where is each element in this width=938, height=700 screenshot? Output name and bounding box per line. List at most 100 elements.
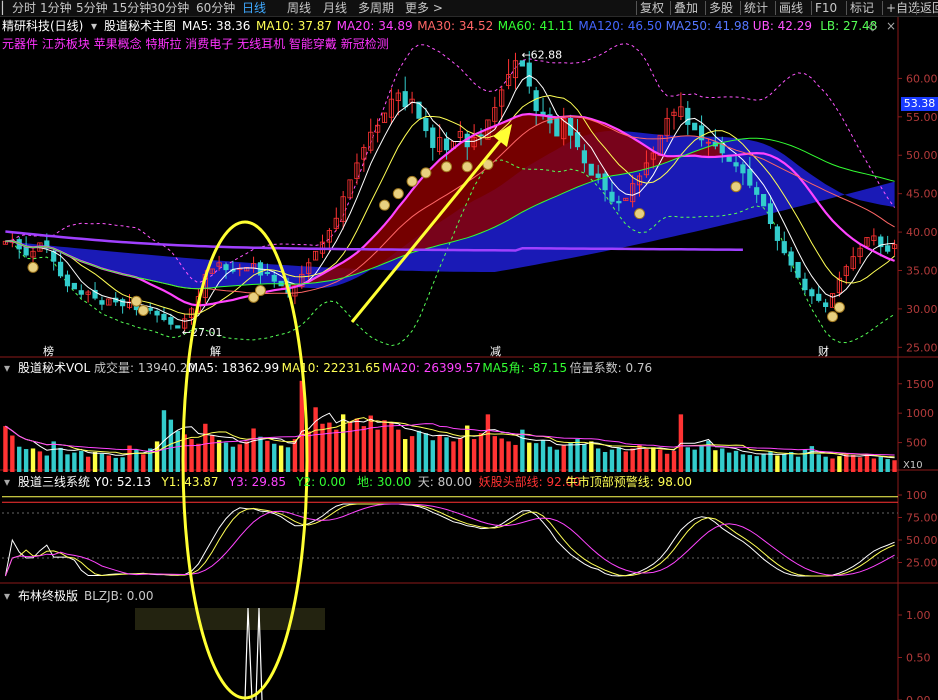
volume-bar (699, 445, 704, 472)
volume-bar (582, 444, 587, 472)
coin-icon (137, 304, 149, 316)
event-mark: 财 (818, 344, 829, 358)
y1-line (4, 503, 895, 577)
volume-bar (292, 439, 298, 472)
low-price-label: ←27.01 (182, 326, 223, 339)
chevron-down-icon[interactable]: ▾ (4, 589, 10, 603)
volume-bar (692, 449, 697, 472)
y-tick-label: 55.00 (906, 111, 938, 124)
candle-body (71, 282, 77, 290)
volume-bar (685, 447, 690, 472)
volume-bar (478, 433, 484, 472)
volume-bar (540, 440, 546, 472)
volume-bar (79, 450, 84, 472)
chevron-down-icon[interactable]: ▾ (4, 361, 10, 375)
indicator-value: Y3: 29.85 (228, 475, 286, 489)
volume-bar (272, 443, 277, 472)
volume-bar (168, 419, 174, 472)
y-tick-label: 0.50 (906, 652, 931, 665)
candle-body (430, 127, 436, 148)
volume-bar (10, 435, 15, 472)
y-tick-label: 75.00 (906, 512, 938, 525)
volume-bar (44, 455, 49, 472)
y-tick-label: 500 (906, 437, 927, 450)
volume-bar (788, 452, 794, 472)
volume-bar (465, 425, 470, 472)
volume-bar (630, 448, 635, 472)
candle-body (161, 313, 167, 321)
candle-body (795, 261, 801, 278)
volume-bar (458, 437, 463, 472)
y-tick-label: 45.00 (906, 188, 938, 201)
volume-bar (340, 414, 346, 472)
volume-bar (23, 449, 29, 472)
indicator-value: 地: 30.00 (357, 475, 412, 489)
volume-bar (396, 429, 401, 472)
panel-indicator-name[interactable]: 股道三线系统 (18, 475, 90, 489)
indicator-value: 天: 80.00 (417, 475, 473, 489)
panel-indicator-name[interactable]: 股道秘术VOL (18, 361, 90, 375)
volume-bar (547, 446, 553, 472)
volume-bar (864, 454, 870, 472)
coin-icon (461, 161, 473, 173)
y0-line (4, 503, 895, 577)
volume-bar (106, 455, 112, 472)
vol-ma10-line (5, 417, 895, 458)
candle-body (609, 191, 615, 202)
event-mark: 减 (490, 345, 501, 358)
volume-bar (589, 441, 594, 472)
high-price-label: ←62.88 (521, 48, 562, 61)
candle-body (423, 117, 429, 132)
volume-bar (423, 433, 429, 472)
volume-bar (196, 443, 201, 472)
volume-bar (437, 435, 442, 472)
coin-icon (392, 188, 404, 200)
volume-bar (389, 423, 394, 472)
volume-bar (368, 415, 373, 472)
y-tick-label: 100 (906, 489, 927, 502)
volume-bar (644, 449, 649, 472)
panel-indicator-name[interactable]: 布林终极版 (18, 589, 78, 603)
volume-bar (782, 454, 787, 472)
volume-bar (30, 448, 36, 472)
candle-body (175, 325, 181, 329)
volume-bar (527, 442, 532, 472)
candle-body (443, 138, 450, 151)
volume-bar (761, 453, 766, 472)
volume-bar (733, 450, 739, 472)
y-tick-label: 30.00 (906, 303, 938, 316)
candle-body (533, 90, 539, 112)
chevron-down-icon[interactable]: ▾ (4, 475, 10, 489)
volume-bar (17, 446, 22, 472)
candle-body (685, 107, 691, 125)
y3-line (4, 503, 895, 577)
volume-bar (189, 439, 194, 472)
volume-bar (651, 447, 656, 472)
candle-body (519, 60, 525, 67)
volume-bar (837, 456, 842, 472)
volume-bar (51, 441, 56, 472)
candle-body (616, 200, 622, 204)
coin-icon (827, 311, 839, 323)
candle-body (885, 245, 891, 252)
candle-body (781, 241, 787, 254)
candle-body (761, 194, 767, 207)
y-tick-label: 35.00 (906, 264, 938, 277)
candle-body (588, 163, 594, 176)
volume-bar (175, 430, 180, 472)
volume-bar (451, 441, 456, 472)
coin-icon (833, 301, 845, 313)
volume-unit-label: X10 (903, 460, 923, 471)
volume-bar (575, 439, 580, 472)
volume-bar (533, 443, 539, 472)
volume-bar (216, 440, 222, 472)
candle-body (692, 122, 698, 131)
y-tick-label: 1500 (906, 378, 934, 391)
volume-bar (313, 407, 318, 472)
indicator-value: 倍量系数: 0.76 (569, 361, 653, 375)
volume-bar (885, 459, 890, 472)
volume-bar (871, 458, 877, 472)
volume-bar (616, 447, 622, 472)
indicator-value: 成交量: 13940.20 (94, 361, 196, 375)
volume-bar (713, 450, 718, 472)
